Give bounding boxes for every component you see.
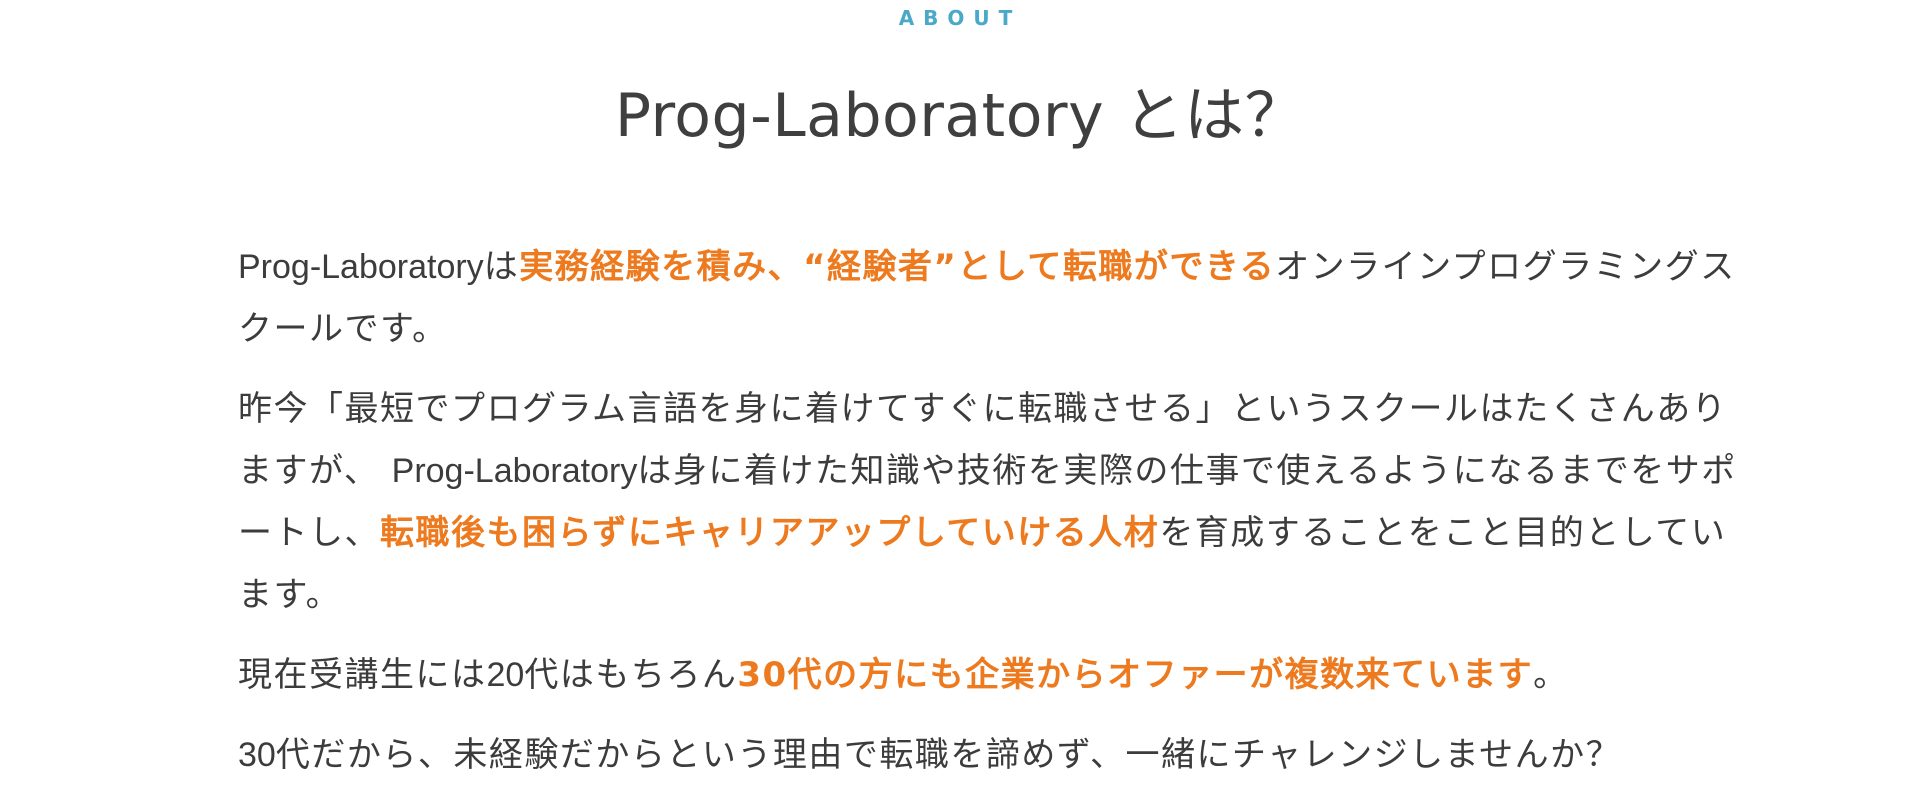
- highlight-text: 実務経験を積み、“経験者”として転職ができる: [519, 247, 1276, 287]
- section-title: Prog-Laboratory とは？: [614, 81, 1306, 152]
- number-text: 20: [486, 656, 525, 694]
- brand-name: Prog-Laboratory: [391, 452, 638, 490]
- about-eyebrow: ABOUT: [898, 6, 1022, 30]
- about-content: Prog-Laboratoryは実務経験を積み、“経験者”として転職ができるオン…: [238, 236, 1738, 786]
- text: 代はもちろん: [524, 655, 738, 695]
- brand-name: Prog-Laboratory: [238, 248, 484, 286]
- text: 代だから、未経験だからという理由で転職を諦めず、一緒にチャレンジしませんか？: [275, 735, 1622, 775]
- highlight-text: 30代の方にも企業からオファーが複数来ています: [737, 655, 1534, 695]
- about-paragraph-3: 現在受講生には20代はもちろん30代の方にも企業からオファーが複数来ています。: [238, 644, 1738, 706]
- text: 現在受講生には: [238, 655, 487, 695]
- highlight-text: 転職後も困らずにキャリアアップしていける人材: [380, 513, 1160, 553]
- about-paragraph-2: 昨今「最短でプログラム言語を身に着けてすぐに転職させる」というスクールはたくさん…: [238, 378, 1738, 626]
- text: 。: [1533, 655, 1569, 695]
- number-text: 30: [238, 736, 276, 774]
- text: は: [483, 247, 520, 287]
- about-paragraph-4: 30代だから、未経験だからという理由で転職を諦めず、一緒にチャレンジしませんか？: [238, 724, 1738, 786]
- about-paragraph-1: Prog-Laboratoryは実務経験を積み、“経験者”として転職ができるオン…: [238, 236, 1738, 360]
